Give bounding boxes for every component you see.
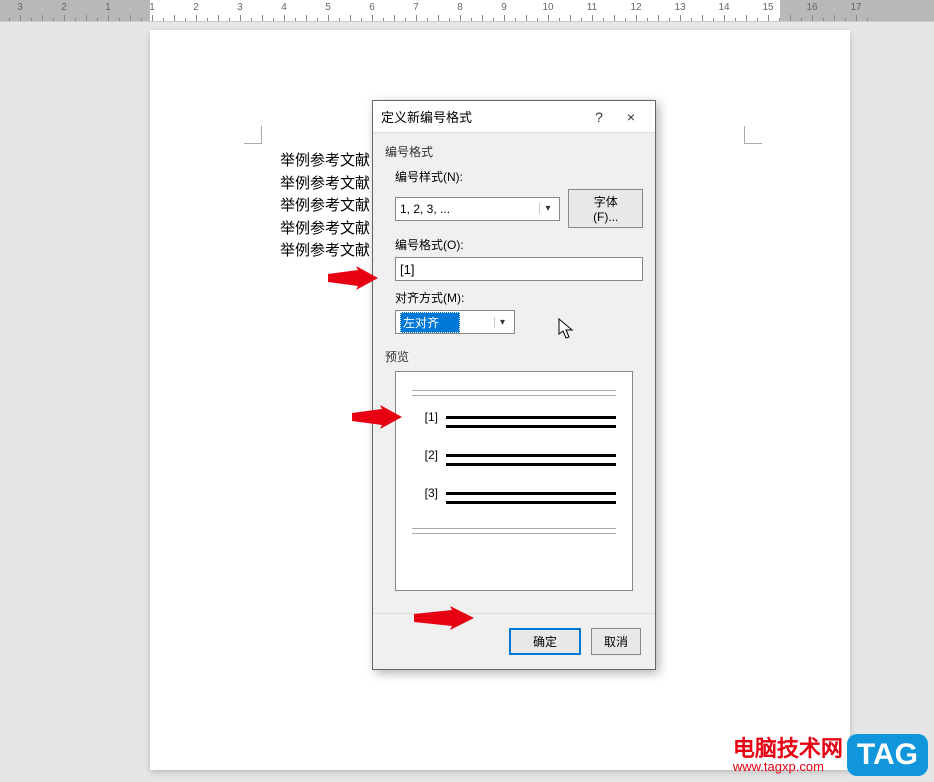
watermark-tag: TAG bbox=[847, 734, 928, 776]
number-style-select[interactable]: 1, 2, 3, ... ▾ bbox=[395, 197, 560, 221]
ruler-mark: 10 bbox=[542, 2, 553, 13]
define-new-number-format-dialog: 定义新编号格式 ? × 编号格式 编号样式(N): 1, 2, 3, ... ▾… bbox=[372, 100, 656, 670]
ruler-mark: 1 bbox=[105, 2, 111, 13]
ruler-mark: 17 bbox=[850, 2, 861, 13]
preview-item: [3] bbox=[412, 486, 616, 510]
alignment-select[interactable]: 左对齐 ▾ bbox=[395, 310, 515, 334]
ruler-mark: 3 bbox=[237, 2, 243, 13]
dialog-titlebar[interactable]: 定义新编号格式 ? × bbox=[373, 101, 655, 133]
chevron-down-icon: ▾ bbox=[494, 317, 510, 328]
chevron-down-icon: ▾ bbox=[539, 203, 555, 214]
preview-label: 预览 bbox=[385, 348, 643, 365]
ruler-mark: 1 bbox=[149, 2, 155, 13]
ruler-mark: 3 bbox=[17, 2, 23, 13]
preview-box: [1] [2] [3] bbox=[395, 371, 633, 591]
ruler-mark: 4 bbox=[281, 2, 287, 13]
ruler-mark: 15 bbox=[762, 2, 773, 13]
number-format-input[interactable] bbox=[395, 257, 643, 281]
horizontal-ruler[interactable]: 3211234567891011121314151617 bbox=[0, 0, 934, 22]
alignment-value: 左对齐 bbox=[400, 312, 460, 333]
watermark-title: 电脑技术网 bbox=[733, 737, 843, 760]
label-alignment: 对齐方式(M): bbox=[395, 289, 643, 306]
close-button[interactable]: × bbox=[615, 109, 647, 125]
ruler-mark: 12 bbox=[630, 2, 641, 13]
ruler-mark: 7 bbox=[413, 2, 419, 13]
font-button[interactable]: 字体(F)... bbox=[568, 189, 643, 228]
ok-button[interactable]: 确定 bbox=[509, 628, 581, 655]
ruler-mark: 2 bbox=[193, 2, 199, 13]
cancel-button[interactable]: 取消 bbox=[591, 628, 641, 655]
label-number-style: 编号样式(N): bbox=[395, 168, 643, 185]
label-number-format: 编号格式(O): bbox=[395, 236, 643, 253]
number-style-value: 1, 2, 3, ... bbox=[400, 202, 450, 216]
page-margin-corner bbox=[244, 126, 262, 144]
preview-item: [2] bbox=[412, 448, 616, 472]
ruler-mark: 13 bbox=[674, 2, 685, 13]
ruler-mark: 14 bbox=[718, 2, 729, 13]
watermark-url: www.tagxp.com bbox=[733, 760, 824, 774]
ruler-mark: 9 bbox=[501, 2, 507, 13]
dialog-title: 定义新编号格式 bbox=[381, 107, 583, 126]
ruler-mark: 8 bbox=[457, 2, 463, 13]
preview-item: [1] bbox=[412, 410, 616, 434]
watermark: 电脑技术网 www.tagxp.com TAG bbox=[733, 734, 928, 776]
page-margin-corner bbox=[744, 126, 762, 144]
ruler-mark: 5 bbox=[325, 2, 331, 13]
ruler-mark: 16 bbox=[806, 2, 817, 13]
ruler-mark: 6 bbox=[369, 2, 375, 13]
ruler-mark: 2 bbox=[61, 2, 67, 13]
group-label-number-format: 编号格式 bbox=[385, 143, 643, 160]
help-button[interactable]: ? bbox=[583, 109, 615, 125]
ruler-mark: 11 bbox=[587, 2, 597, 13]
